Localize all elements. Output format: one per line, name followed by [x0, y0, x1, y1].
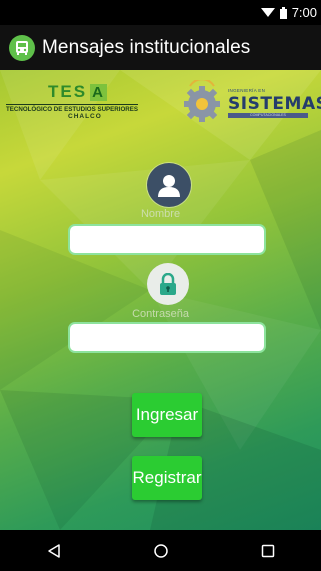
app-bus-icon	[9, 34, 35, 61]
back-icon[interactable]	[34, 536, 74, 566]
sistemas-small: INGENIERÍA EN	[228, 88, 266, 93]
tesha-title-text: TES	[48, 82, 88, 101]
app-bar: Mensajes institucionales	[0, 25, 321, 70]
user-avatar-icon	[147, 163, 191, 207]
home-icon[interactable]	[141, 536, 181, 566]
sistemas-sub: COMPUTACIONALES	[228, 113, 308, 118]
sistemas-word: SISTEMAS	[228, 94, 321, 114]
wifi-icon	[260, 7, 275, 18]
sistemas-logo: INGENIERÍA EN SISTEMAS COMPUTACIONALES	[176, 80, 321, 122]
tesha-title-box: A	[90, 83, 108, 101]
recents-icon[interactable]	[248, 536, 288, 566]
username-input[interactable]	[68, 224, 266, 255]
navigation-bar	[0, 530, 321, 571]
password-label: Contraseña	[132, 308, 189, 320]
login-button[interactable]: Ingresar	[132, 393, 202, 437]
tesha-line1: TECNOLÓGICO DE ESTUDIOS SUPERIORES	[6, 104, 139, 113]
battery-icon	[279, 6, 287, 19]
lock-icon	[147, 263, 189, 305]
user-label: Nombre	[140, 208, 181, 220]
password-input[interactable]	[68, 322, 266, 353]
app-title: Mensajes institucionales	[42, 36, 251, 58]
status-bar: 7:00	[0, 0, 321, 25]
status-time: 7:00	[291, 5, 317, 20]
login-screen: TES A TECNOLÓGICO DE ESTUDIOS SUPERIORES…	[0, 70, 321, 530]
tesha-line2: CHALCO	[68, 113, 102, 120]
register-button[interactable]: Registrar	[132, 456, 202, 500]
tesha-logo: TES A TECNOLÓGICO DE ESTUDIOS SUPERIORES…	[6, 82, 172, 120]
gear-icon	[184, 80, 220, 122]
